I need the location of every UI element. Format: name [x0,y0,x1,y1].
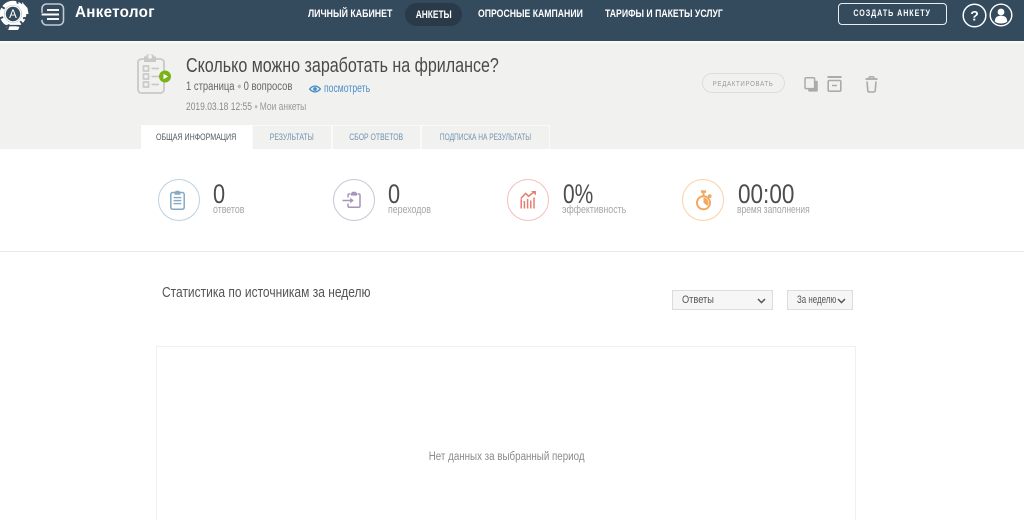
svg-text:A: A [9,9,17,21]
svg-text:?: ? [970,8,979,24]
